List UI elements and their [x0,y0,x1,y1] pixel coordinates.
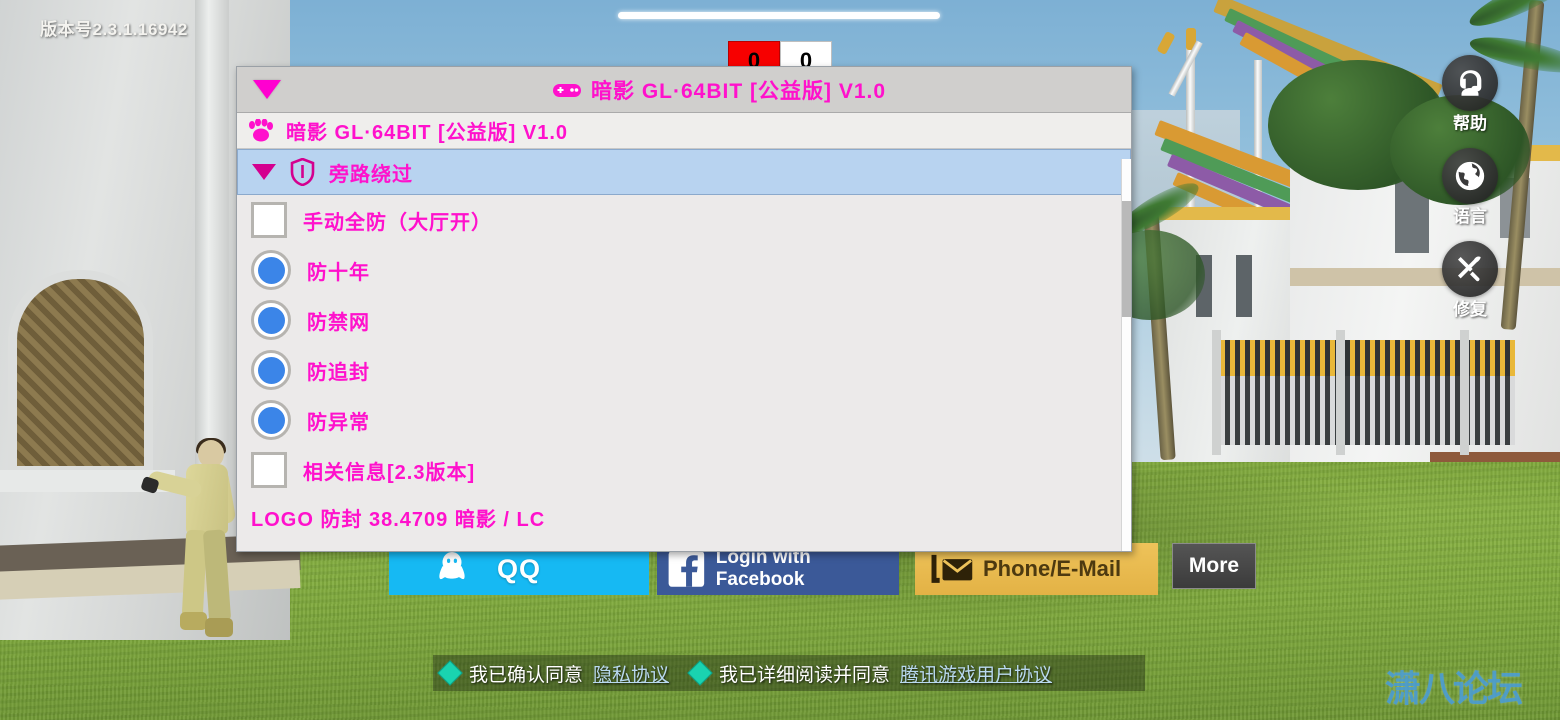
radio-anti-anomaly[interactable] [251,400,291,440]
option-label: 防追封 [307,361,370,384]
gamepad-icon [552,83,581,97]
qq-penguin-icon [439,552,465,580]
option-row-anti-ten-year[interactable]: 防十年 [237,245,1131,295]
panel-scrollbar[interactable] [1121,159,1131,551]
login-phone-email-label: Phone/E-Mail [983,556,1122,581]
panel-scrollbar-thumb[interactable] [1122,201,1131,317]
repair-icon-circle[interactable] [1442,241,1498,297]
mod-menu-panel: 暗影 GL·64BIT [公益版] V1.0 暗影 GL·64BIT [公益版]… [236,66,1132,552]
shield-icon [290,158,315,186]
panel-title-bar: 暗影 GL·64BIT [公益版] V1.0 [237,67,1131,113]
facebook-icon [668,551,705,587]
loading-progress-bar [618,12,940,19]
side-button-repair[interactable]: 修复 [1434,241,1506,320]
option-label: 防禁网 [307,311,370,334]
option-row-manual-full-defense[interactable]: 手动全防（大厅开） [237,195,1131,245]
envelope-icon [931,554,973,583]
agreement-text-privacy: 我已确认同意 [469,664,584,686]
panel-footer-status: LOGO 防封 38.4709 暗影 / LC [251,509,546,531]
headset-support-icon [1460,70,1482,96]
user-agreement-link[interactable]: 腾讯游戏用户协议 [900,660,1052,687]
privacy-policy-link[interactable]: 隐私协议 [593,660,669,687]
wrench-screwdriver-icon [1458,256,1481,282]
triangle-down-icon[interactable] [252,164,276,180]
option-label: 相关信息[2.3版本] [303,461,476,484]
agreement-text-tos: 我已详细阅读并同意 [719,664,891,686]
fence-yellow-band [1215,340,1515,376]
side-button-help[interactable]: 帮助 [1434,55,1506,134]
checkbox-related-info[interactable] [251,452,287,488]
option-row-related-info[interactable]: 相关信息[2.3版本] [237,445,1131,495]
option-label: 防十年 [307,261,370,284]
option-row-anti-anomaly[interactable]: 防异常 [237,395,1131,445]
side-button-language-label: 语言 [1453,207,1487,226]
radio-anti-ten-year[interactable] [251,250,291,290]
paw-print-icon [249,118,273,141]
side-icon-bar: 帮助 语言 修复 [1434,55,1506,334]
agreement-bar: 我已确认同意 隐私协议 我已详细阅读并同意 腾讯游戏用户协议 [433,655,1145,691]
fence-post [1460,330,1469,455]
forum-watermark: 潇八论坛 [1385,668,1523,709]
login-more-label: More [1188,554,1240,577]
fence-post [1212,330,1221,455]
globe-icon [1455,161,1485,191]
character-torso [186,464,228,534]
help-icon-circle[interactable] [1442,55,1498,111]
panel-header-text: 暗影 GL·64BIT [公益版] V1.0 [286,122,569,144]
login-more-button[interactable]: More [1172,543,1256,589]
side-button-language[interactable]: 语言 [1434,148,1506,227]
radio-anti-retro-ban[interactable] [251,350,291,390]
checkbox-manual-full-defense[interactable] [251,202,287,238]
agreement-checkbox-privacy[interactable] [437,660,463,686]
agreement-checkbox-tos[interactable] [687,660,713,686]
panel-section-label: 旁路绕过 [329,163,413,186]
game-screen: 版本号2.3.1.16942 0 0 帮助 语言 修复 QQ Login wit… [0,0,1560,720]
option-label: 防异常 [307,411,370,434]
panel-title-text: 暗影 GL·64BIT [公益版] V1.0 [590,79,887,103]
arched-window [8,270,153,475]
fence-post [1336,330,1345,455]
version-label: 版本号2.3.1.16942 [40,20,188,39]
login-qq-label: QQ [496,553,541,584]
panel-section-bypass[interactable]: 旁路绕过 [237,149,1131,195]
panel-title: 暗影 GL·64BIT [公益版] V1.0 [237,75,1131,105]
option-row-anti-network-ban[interactable]: 防禁网 [237,295,1131,345]
login-facebook-label: Login with Facebook [715,547,811,590]
radio-anti-network-ban[interactable] [251,300,291,340]
window [1236,255,1252,317]
character-boot [205,618,233,637]
character-boot [180,612,207,630]
side-button-repair-label: 修复 [1453,300,1487,319]
panel-header-row: 暗影 GL·64BIT [公益版] V1.0 [237,113,1131,149]
side-button-help-label: 帮助 [1453,114,1487,133]
option-label: 手动全防（大厅开） [303,211,492,234]
panel-body: 暗影 GL·64BIT [公益版] V1.0 旁路绕过 手动全防（大厅开） 防十… [237,113,1131,551]
language-icon-circle[interactable] [1442,148,1498,204]
option-row-anti-retro-ban[interactable]: 防追封 [237,345,1131,395]
